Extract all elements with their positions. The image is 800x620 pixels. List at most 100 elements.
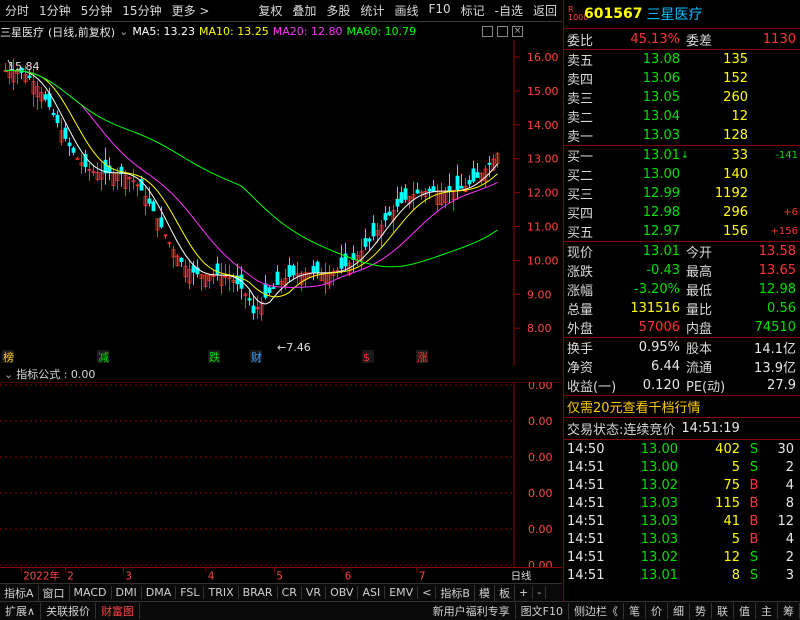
tab-fsl[interactable]: FSL — [176, 586, 205, 599]
event-mark[interactable]: $ — [363, 351, 370, 364]
tab-asi[interactable]: ASI — [358, 586, 386, 599]
draw-line-button[interactable]: 画线 — [389, 2, 423, 19]
candle-body — [179, 257, 184, 262]
tick-time: 14:51 — [567, 513, 605, 529]
event-mark[interactable]: 减 — [98, 351, 109, 364]
sell-level-row[interactable]: 卖二 13.04 12 — [564, 107, 800, 126]
tab-dma[interactable]: DMA — [142, 586, 177, 599]
sell-level-row[interactable]: 卖五 13.08 135 — [564, 50, 800, 69]
stat-label: 股本 — [686, 342, 713, 357]
panel-tab-main[interactable]: 主 — [756, 603, 778, 619]
trade-status-row: 交易状态: 连续竞价 14:51:19 — [564, 418, 800, 439]
level-price: 13.01 — [642, 148, 680, 163]
remove-watchlist-button[interactable]: -自选 — [490, 2, 528, 19]
panel-tab-trend[interactable]: 势 — [690, 603, 712, 619]
panel-tab-ticks[interactable]: 笔 — [624, 603, 646, 619]
sell-level-row[interactable]: 卖四 13.06 152 — [564, 69, 800, 88]
maximize-icon[interactable] — [497, 26, 508, 37]
tick-price: 13.00 — [640, 459, 678, 475]
wealth-chart-button[interactable]: 财富图 — [96, 603, 141, 619]
tick-list[interactable]: 14:50 13.00 402 S 30 14:51 13.00 5 S 2 14:51 13.02 7… — [564, 440, 800, 584]
back-button[interactable]: 返回 — [528, 2, 562, 19]
buy-level-row[interactable]: 买一 13.01 ↓ 33 -141 — [564, 146, 800, 165]
stat-value: -3.20% — [634, 282, 680, 297]
tab-scroll-left[interactable]: < — [418, 586, 437, 599]
collapse-icon[interactable]: ⌄ — [4, 368, 13, 381]
panel-tab-detail[interactable]: 细 — [668, 603, 690, 619]
add-button[interactable]: + — [515, 586, 534, 599]
bottom-bar: 扩展∧ 关联报价 财富图 新用户福利专享 图文F10 侧边栏《 笔 价 细 势 … — [0, 601, 800, 620]
close-icon[interactable]: × — [512, 26, 523, 37]
candle-body — [147, 198, 152, 204]
level-label: 买三 — [567, 188, 594, 203]
adjust-button[interactable]: 复权 — [253, 2, 287, 19]
f10-info-button[interactable]: 图文F10 — [516, 603, 569, 619]
tab-obv[interactable]: OBV — [326, 586, 359, 599]
tab-macd[interactable]: MACD — [70, 586, 112, 599]
tick-volume: 8 — [731, 567, 740, 583]
sidebar-toggle-button[interactable]: 侧边栏《 — [569, 603, 624, 619]
price-tick-label: 15.00 — [527, 85, 559, 98]
sell-level-row[interactable]: 卖一 13.03 128 — [564, 126, 800, 145]
tab-emv[interactable]: EMV — [385, 586, 419, 599]
tab-1min[interactable]: 1分钟 — [34, 2, 76, 19]
fundamental-stats: 换手 0.95% 股本 14.1亿 净资 6.44 流通 13.9亿 收益(一) 0.120 PE(… — [564, 338, 800, 395]
tab-dmi[interactable]: DMI — [112, 586, 142, 599]
tab-more[interactable]: 更多 > — [167, 2, 215, 19]
tab-15min[interactable]: 15分钟 — [117, 2, 166, 19]
level-label: 卖一 — [567, 130, 594, 145]
tab-window[interactable]: 窗口 — [39, 584, 70, 601]
stat-label: 现价 — [567, 246, 594, 261]
tab-template-1[interactable]: 模 — [475, 584, 495, 601]
buy-level-row[interactable]: 买四 12.98 296 +6 — [564, 203, 800, 222]
price-stats: 现价 13.01 今开 13.58 涨跌 -0.43 最高 13.65 涨幅 -3.20% 最低 12… — [564, 242, 800, 337]
buy-level-row[interactable]: 买五 12.97 156 +156 — [564, 222, 800, 241]
tab-brar[interactable]: BRAR — [239, 586, 278, 599]
panel-tab-price[interactable]: 价 — [646, 603, 668, 619]
tab-vr[interactable]: VR — [302, 586, 327, 599]
candle-body — [43, 94, 48, 100]
buy-level-row[interactable]: 买三 12.99 1192 — [564, 184, 800, 203]
event-mark[interactable]: 跌 — [209, 350, 220, 364]
level-price: 13.05 — [642, 90, 680, 105]
tab-intraday[interactable]: 分时 — [0, 2, 34, 19]
tick-row: 14:51 13.02 12 S 2 — [564, 548, 800, 566]
stats-button[interactable]: 统计 — [355, 2, 389, 19]
tab-cr[interactable]: CR — [278, 586, 302, 599]
minimize-icon[interactable] — [482, 26, 493, 37]
mark-button[interactable]: 标记 — [456, 2, 490, 19]
tab-trix[interactable]: TRIX — [204, 586, 239, 599]
candle-body — [363, 238, 368, 247]
sell-level-row[interactable]: 卖三 13.05 260 — [564, 88, 800, 107]
chevron-down-icon[interactable]: ⌄ — [119, 25, 128, 38]
panel-tab-chips[interactable]: 筹 — [778, 603, 800, 619]
expand-button[interactable]: 扩展∧ — [0, 603, 42, 619]
tab-5min[interactable]: 5分钟 — [76, 2, 118, 19]
tick-count: 8 — [785, 495, 794, 511]
kline-chart[interactable]: 16.00 15.00 14.00 13.00 12.00 11.00 10.00 9.00 8… — [0, 40, 562, 365]
panel-tab-value[interactable]: 值 — [734, 603, 756, 619]
high-annotation: 15.84 — [8, 60, 40, 73]
indicator-chart[interactable]: 0.00 0.00 0.00 0.00 0.00 0.00 — [0, 382, 562, 567]
event-mark[interactable]: 财 — [251, 350, 262, 364]
new-user-promo-link[interactable]: 新用户福利专享 — [428, 603, 516, 619]
overlay-button[interactable]: 叠加 — [287, 2, 321, 19]
multi-stock-button[interactable]: 多股 — [321, 2, 355, 19]
related-quote-button[interactable]: 关联报价 — [41, 603, 97, 619]
indicator-tabs: 指标A 窗口 MACD DMI DMA FSL TRIX BRAR CR VR … — [0, 583, 562, 601]
tab-template-2[interactable]: 板 — [495, 584, 515, 601]
stat-value: 27.9 — [767, 378, 796, 393]
buy-level-row[interactable]: 买二 13.00 140 — [564, 165, 800, 184]
event-mark[interactable]: 涨 — [417, 351, 428, 364]
tab-indicator-b[interactable]: 指标B — [436, 584, 475, 601]
candle-body — [315, 261, 320, 274]
fundamental-row: 换手 0.95% 股本 14.1亿 — [564, 338, 800, 357]
event-mark[interactable]: 榜 — [3, 350, 14, 364]
f10-button[interactable]: F10 — [423, 2, 455, 19]
tab-indicator-a[interactable]: 指标A — [0, 584, 39, 601]
level-label: 卖四 — [567, 73, 594, 88]
ma5-line — [5, 70, 498, 305]
panel-tab-linked[interactable]: 联 — [712, 603, 734, 619]
promo-banner[interactable]: 仅需20元查看千档行情 — [564, 396, 800, 417]
remove-button[interactable]: - — [533, 586, 547, 599]
